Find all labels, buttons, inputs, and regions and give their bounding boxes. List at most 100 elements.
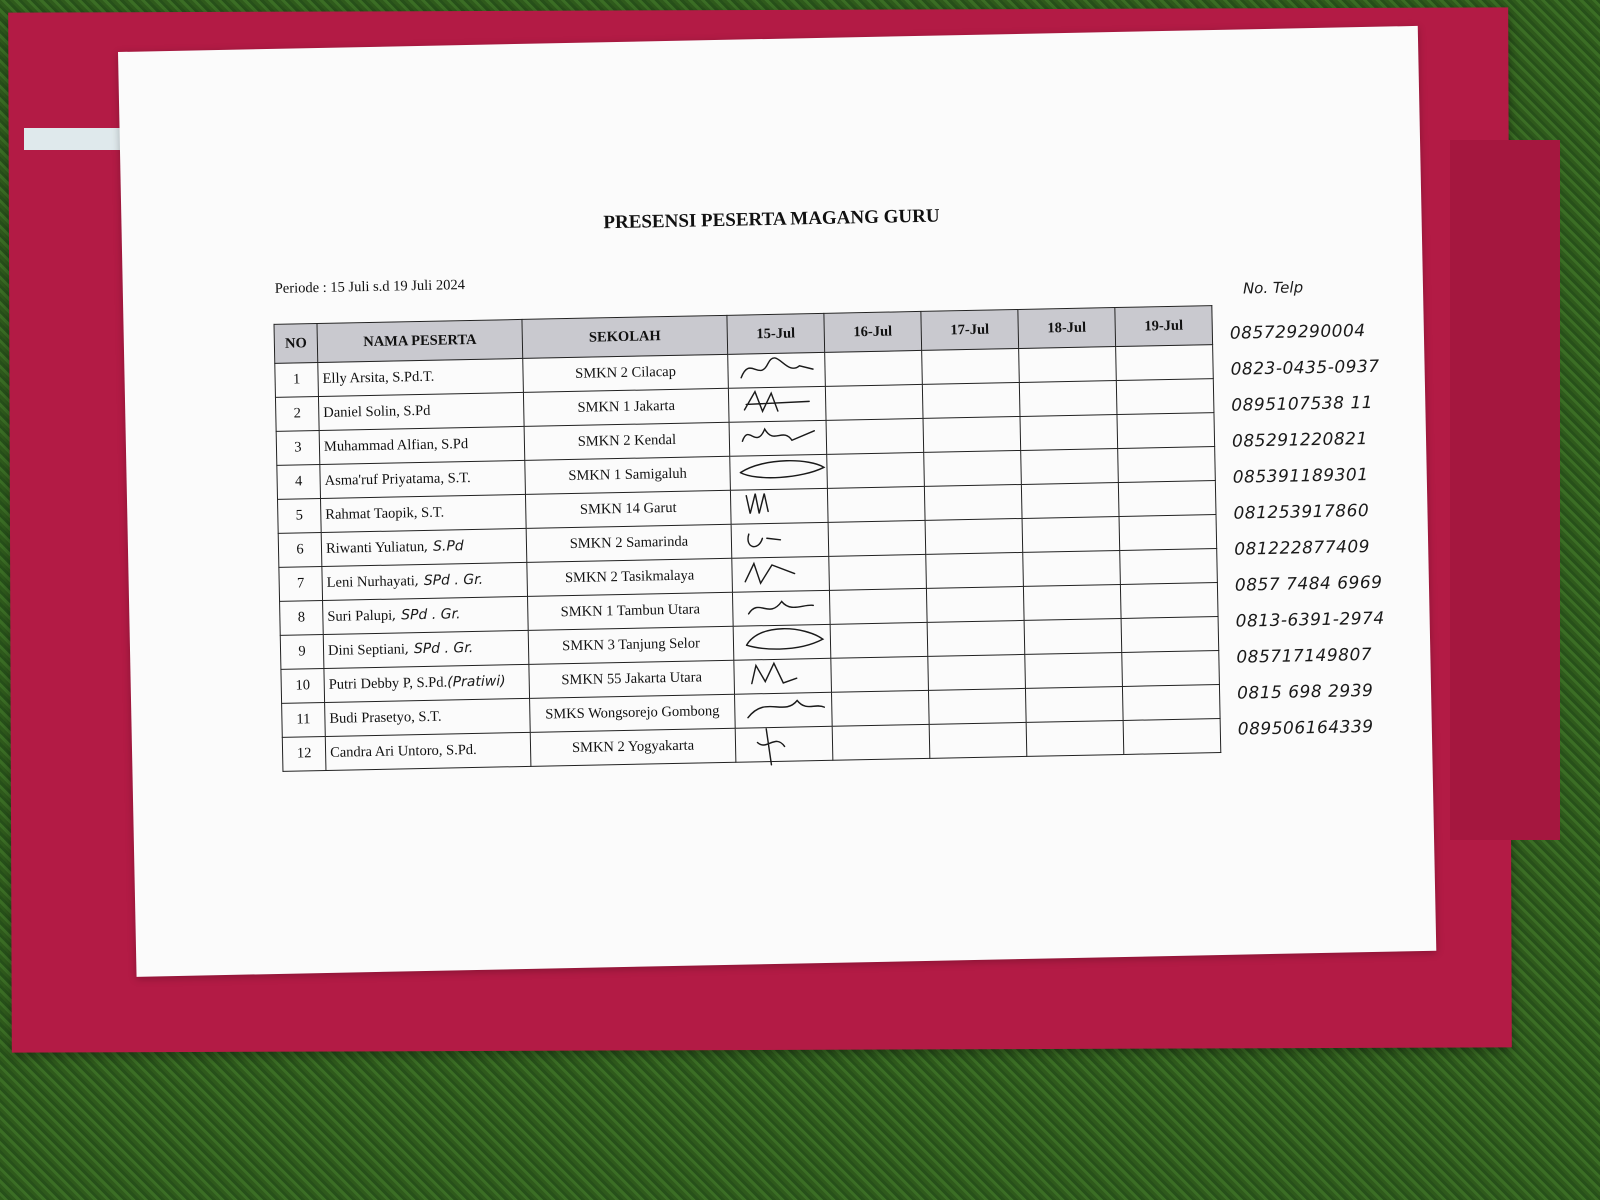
row-number: 8 xyxy=(279,600,324,636)
attendance-cell-day-3 xyxy=(924,484,1023,521)
participant-name-handwritten: , SPd . Gr. xyxy=(414,571,484,590)
attendance-cell-day-2 xyxy=(828,554,927,591)
row-number: 11 xyxy=(281,702,326,738)
attendance-cell-day-5 xyxy=(1120,582,1219,619)
folder-tab xyxy=(24,128,134,150)
participant-name: Leni Nurhayati xyxy=(326,573,416,591)
attendance-cell-day-4 xyxy=(1022,550,1121,587)
attendance-cell-day-2 xyxy=(831,690,930,727)
attendance-cell-day-5 xyxy=(1118,480,1217,517)
school-name: SMKN 55 Jakarta Utara xyxy=(528,660,735,699)
attendance-cell-day-3 xyxy=(923,450,1022,487)
periode-label: Periode : 15 Juli s.d 19 Juli 2024 xyxy=(274,277,466,297)
participant-name: Muhammad Alfian, S.Pd xyxy=(323,436,469,455)
attendance-cell-day-3 xyxy=(925,518,1023,555)
row-number: 10 xyxy=(280,668,325,704)
school-name: SMKN 2 Yogyakarta xyxy=(530,728,736,767)
attendance-cell-day-3 xyxy=(926,586,1025,623)
school-name: SMKN 2 Kendal xyxy=(524,422,730,461)
attendance-cell-day-5 xyxy=(1122,684,1221,721)
participant-name-cell: Daniel Solin, S.Pd xyxy=(318,392,525,431)
school-name: SMKN 1 Jakarta xyxy=(523,388,730,427)
header-day-2: 16-Jul xyxy=(823,311,922,353)
school-name: SMKN 2 Samarinda xyxy=(526,524,732,563)
attendance-cell-day-2 xyxy=(825,384,924,421)
attendance-cell-day-5 xyxy=(1121,616,1219,653)
attendance-cell-day-4 xyxy=(1020,448,1119,485)
school-name: SMKN 1 Samigaluh xyxy=(524,456,731,495)
attendance-cell-day-2 xyxy=(830,622,928,659)
row-number: 6 xyxy=(278,532,322,568)
phone-number: 081222877409 xyxy=(1234,536,1371,560)
header-school: SEKOLAH xyxy=(521,315,728,359)
row-number: 12 xyxy=(282,736,326,772)
phone-number: 0823-0435-0937 xyxy=(1230,356,1380,380)
attendance-cell-day-2 xyxy=(827,486,926,523)
row-number: 4 xyxy=(276,464,321,500)
participant-name-cell: Rahmat Taopik, S.T. xyxy=(320,494,527,533)
attendance-cell-day-5 xyxy=(1123,718,1221,755)
header-day-4: 18-Jul xyxy=(1017,307,1116,349)
participant-name-handwritten: (Pratiwi) xyxy=(447,673,506,691)
folder-flap xyxy=(1450,140,1560,840)
school-name: SMKN 14 Garut xyxy=(525,490,732,529)
attendance-sheet: PRESENSI PESERTA MAGANG GURU Periode : 1… xyxy=(118,25,1437,977)
participant-name: Candra Ari Untoro, S.Pd. xyxy=(329,741,477,761)
participant-name-cell: Candra Ari Untoro, S.Pd. xyxy=(325,732,531,771)
attendance-cell-day-3 xyxy=(922,382,1020,419)
attendance-cell-day-4 xyxy=(1022,516,1120,553)
attendance-cell-day-2 xyxy=(828,520,926,557)
attendance-cell-day-3 xyxy=(928,688,1027,725)
participant-name-handwritten: , S.Pd xyxy=(423,538,464,555)
phone-number: 0815 698 2939 xyxy=(1236,680,1374,704)
school-name: SMKN 3 Tanjung Selor xyxy=(528,626,734,665)
attendance-cell-day-2 xyxy=(830,656,929,693)
phone-number: 085717149807 xyxy=(1236,644,1373,668)
attendance-cell-day-5 xyxy=(1116,412,1215,449)
attendance-cell-day-4 xyxy=(1019,380,1117,417)
phone-column: No. Telp 085729290004 0823-0435-0937 08951… xyxy=(1223,276,1423,739)
phone-number: 081253917860 xyxy=(1233,500,1370,524)
participant-name-cell: Elly Arsita, S.Pd.T. xyxy=(317,358,524,397)
phone-number: 0813-6391-2974 xyxy=(1235,608,1385,632)
attendance-cell-day-3 xyxy=(929,722,1027,759)
participant-name-cell: Riwanti Yuliatun, S.Pd xyxy=(321,528,527,567)
attendance-cell-day-3 xyxy=(925,552,1024,589)
row-number: 2 xyxy=(275,396,320,432)
attendance-table: NO NAMA PESERTA SEKOLAH 15-Jul 16-Jul 17… xyxy=(273,305,1221,772)
row-number: 5 xyxy=(277,498,322,534)
row-number: 3 xyxy=(276,430,320,466)
participant-name: Riwanti Yuliatun xyxy=(325,538,425,557)
attendance-cell-day-5 xyxy=(1119,514,1217,551)
attendance-cell-day-5 xyxy=(1115,344,1214,381)
attendance-cell-day-4 xyxy=(1023,584,1122,621)
attendance-cell-day-3 xyxy=(927,654,1026,691)
sheet-title: PRESENSI PESERTA MAGANG GURU xyxy=(603,205,940,234)
participant-name: Budi Prasetyo, S.T. xyxy=(329,708,442,727)
header-name: NAMA PESERTA xyxy=(316,319,523,363)
participant-name-cell: Dini Septiani, SPd . Gr. xyxy=(323,630,529,669)
attendance-cell-day-5 xyxy=(1119,548,1218,585)
participant-name-cell: Suri Palupi, SPd . Gr. xyxy=(322,596,529,635)
header-day-3: 17-Jul xyxy=(920,309,1019,351)
participant-name: Elly Arsita, S.Pd.T. xyxy=(322,368,435,387)
participant-name: Putri Debby P, S.Pd. xyxy=(328,674,448,693)
attendance-cell-day-3 xyxy=(923,416,1021,453)
participant-name-cell: Leni Nurhayati, SPd . Gr. xyxy=(321,562,528,601)
attendance-cell-day-4 xyxy=(1024,652,1123,689)
participant-name-cell: Muhammad Alfian, S.Pd xyxy=(319,426,525,465)
participant-name: Dini Septiani xyxy=(327,641,406,659)
attendance-cell-day-4 xyxy=(1018,346,1117,383)
phone-number: 085391189301 xyxy=(1232,464,1369,488)
attendance-cell-day-2 xyxy=(826,418,924,455)
attendance-cell-day-5 xyxy=(1121,650,1220,687)
phone-number: 089506164339 xyxy=(1237,716,1374,740)
attendance-cell-day-4 xyxy=(1021,482,1120,519)
participant-name-cell: Asma'ruf Priyatama, S.T. xyxy=(319,460,526,499)
phone-number: 0857 7484 6969 xyxy=(1234,572,1383,596)
participant-name-handwritten: , SPd . Gr. xyxy=(404,639,474,658)
attendance-cell-day-2 xyxy=(829,588,928,625)
header-day-5: 19-Jul xyxy=(1114,305,1213,347)
participant-name: Asma'ruf Priyatama, S.T. xyxy=(324,470,471,489)
attendance-cell-day-2 xyxy=(826,452,925,489)
